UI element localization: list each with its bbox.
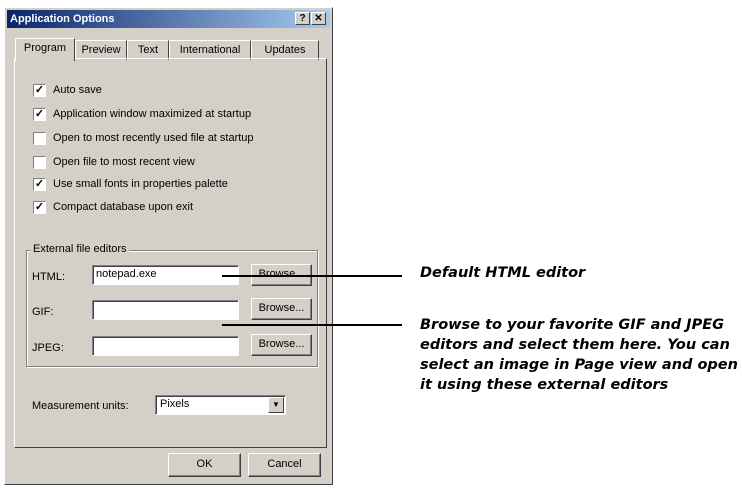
checkbox-box[interactable] bbox=[33, 132, 46, 145]
measurement-units-value: Pixels bbox=[160, 398, 190, 410]
dialog-title: Application Options bbox=[10, 13, 115, 25]
gif-editor-field[interactable] bbox=[92, 300, 239, 320]
ok-button[interactable]: OK bbox=[168, 453, 241, 477]
html-editor-label: HTML: bbox=[32, 271, 65, 283]
tab-international[interactable]: International bbox=[169, 40, 251, 60]
checkbox-label: Auto save bbox=[53, 84, 102, 96]
callout-browse-line-1: Browse to your favorite GIF and JPEG bbox=[420, 317, 725, 333]
gif-editor-label: GIF: bbox=[32, 306, 54, 318]
cancel-button[interactable]: Cancel bbox=[248, 453, 321, 477]
tab-preview[interactable]: Preview bbox=[75, 40, 127, 60]
close-button[interactable]: ✕ bbox=[311, 12, 326, 25]
callout-browse-line-2: editors and select them here. You can bbox=[420, 337, 730, 353]
callout-browse-line-4: it using these external editors bbox=[420, 377, 669, 393]
help-button[interactable]: ? bbox=[295, 12, 310, 25]
html-editor-field[interactable]: notepad.exe bbox=[92, 265, 239, 285]
callout-html-editor: Default HTML editor bbox=[420, 265, 586, 281]
jpeg-editor-field[interactable] bbox=[92, 336, 239, 356]
jpeg-browse-button[interactable]: Browse... bbox=[251, 334, 312, 356]
external-editors-group-title: External file editors bbox=[31, 243, 129, 255]
title-bar: Application Options ? ✕ bbox=[7, 10, 330, 28]
checkbox-box[interactable]: ✓ bbox=[33, 84, 46, 97]
checkbox-label: Open file to most recent view bbox=[53, 156, 195, 168]
chevron-down-icon[interactable]: ▼ bbox=[268, 397, 284, 413]
checkbox-box[interactable]: ✓ bbox=[33, 201, 46, 214]
tab-updates[interactable]: Updates bbox=[251, 40, 319, 60]
checkbox-box[interactable]: ✓ bbox=[33, 108, 46, 121]
checkbox-label: Application window maximized at startup bbox=[53, 108, 252, 120]
measurement-units-select[interactable]: Pixels ▼ bbox=[155, 395, 286, 415]
callout-line-browse bbox=[222, 324, 402, 326]
checkbox-box[interactable] bbox=[33, 156, 46, 169]
tab-program[interactable]: Program bbox=[15, 38, 75, 61]
checkbox-label: Open to most recently used file at start… bbox=[53, 132, 254, 144]
checkbox-box[interactable]: ✓ bbox=[33, 178, 46, 191]
tab-text[interactable]: Text bbox=[127, 40, 169, 60]
callout-browse-line-3: select an image in Page view and open bbox=[420, 357, 738, 373]
checkbox-label: Compact database upon exit bbox=[53, 201, 194, 213]
jpeg-editor-label: JPEG: bbox=[32, 342, 64, 354]
callout-line-html bbox=[222, 275, 402, 277]
gif-browse-button[interactable]: Browse... bbox=[251, 298, 312, 320]
measurement-units-label: Measurement units: bbox=[32, 400, 129, 412]
checkbox-label: Use small fonts in properties palette bbox=[53, 178, 228, 190]
